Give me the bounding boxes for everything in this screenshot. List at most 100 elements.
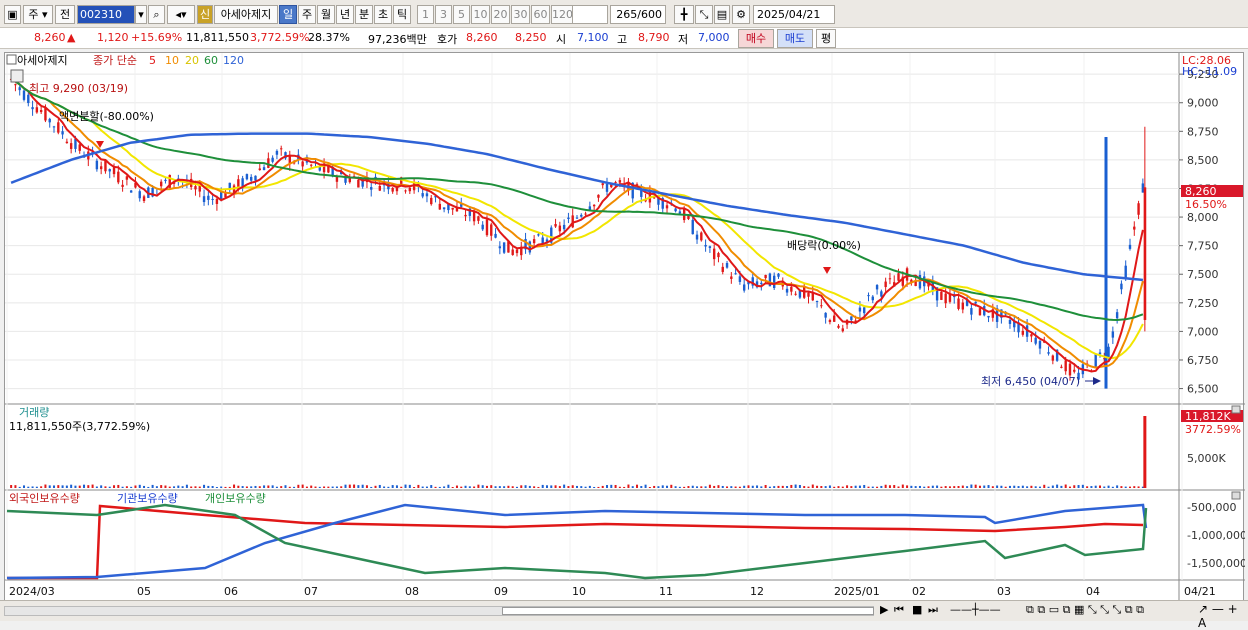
window-menu-icon[interactable]: ▣ (4, 5, 21, 24)
eval-button[interactable]: 평 (816, 29, 836, 48)
candle-body (558, 225, 562, 232)
candle-body (970, 308, 973, 315)
volume-bar (387, 486, 390, 488)
date-field[interactable]: 2025/04/21 (753, 5, 835, 24)
tab-0[interactable]: 일 (279, 5, 297, 24)
scrollbar-thumb[interactable] (502, 607, 874, 615)
interval-20[interactable]: 20 (491, 5, 510, 24)
candle-body (1021, 330, 1025, 335)
x-label: 07 (304, 585, 318, 598)
high-annotation: 최고 9,290 (03/19) (29, 82, 128, 95)
volume-bar (640, 486, 643, 488)
volume-bar (1021, 485, 1024, 488)
scrollbar-track[interactable] (4, 606, 874, 616)
speaker-icon[interactable]: ◂▾ (167, 5, 195, 24)
period-label: 주 (28, 8, 39, 21)
candle-body (1051, 355, 1055, 361)
volume-bar (190, 486, 193, 488)
interval-30[interactable]: 30 (511, 5, 530, 24)
volume-bar (841, 486, 844, 488)
candle-body (515, 249, 519, 254)
interval-input[interactable] (572, 5, 608, 24)
stop-icon[interactable]: ■ (912, 603, 922, 616)
candle-type-icon[interactable]: ╋ (674, 5, 694, 24)
candle-body (52, 126, 56, 128)
moving-averages (10, 78, 1144, 373)
volume-bar (657, 486, 660, 488)
volume-bar (558, 486, 561, 488)
search-icon[interactable]: ⌕ (148, 5, 165, 24)
candle-body (794, 293, 797, 295)
volume-bar (14, 485, 17, 488)
interval-5[interactable]: 5 (453, 5, 470, 24)
gear-icon[interactable]: ⚙ (732, 5, 750, 24)
tab-2[interactable]: 월 (317, 5, 335, 24)
volume-bar (1004, 486, 1007, 488)
zoom-controls-icon[interactable]: ↗ — + A (1198, 602, 1248, 630)
tab-3[interactable]: 년 (336, 5, 354, 24)
period-select[interactable]: 주 ▾ (23, 5, 53, 24)
stock-name[interactable]: 아세아제지 (214, 5, 278, 24)
volume-bar (1124, 486, 1127, 488)
volume-bar (125, 486, 128, 488)
interval-120[interactable]: 120 (551, 5, 574, 24)
candle-body (78, 144, 81, 151)
volume-bar (653, 485, 656, 488)
high-label: 고 (617, 33, 628, 46)
chart-panel[interactable]: 9,2509,0008,7508,5008,2508,0007,7507,500… (4, 52, 1247, 603)
volume-bar (340, 486, 343, 488)
x-label: 2024/03 (9, 585, 55, 598)
volume-bar (824, 486, 827, 488)
tab-6[interactable]: 틱 (393, 5, 411, 24)
buy-button[interactable]: 매수 (738, 29, 774, 48)
interval-1[interactable]: 1 (417, 5, 434, 24)
interval-10[interactable]: 10 (471, 5, 490, 24)
save-icon[interactable]: ▤ (714, 5, 730, 24)
volume-bar (1094, 485, 1097, 488)
volume-bar (1107, 485, 1110, 488)
interval-3[interactable]: 3 (435, 5, 452, 24)
candle-body (254, 175, 257, 181)
volume-bar (417, 484, 420, 488)
volume-bar (224, 486, 227, 488)
candle-body (605, 184, 609, 192)
volume-bar (53, 485, 56, 488)
period2-select[interactable]: 전 (55, 5, 75, 24)
holders-pane-close-icon[interactable] (1231, 491, 1241, 500)
volume-bar (790, 484, 793, 488)
forward-icon[interactable]: ⏭ (928, 603, 938, 617)
candle-body (764, 274, 767, 279)
volume-bar (601, 485, 604, 488)
drawing-tool-icon[interactable]: ⤡ (695, 5, 713, 24)
volume-bar (344, 484, 347, 488)
volume-bar (828, 485, 831, 488)
volume-tick: 5,000K (1187, 452, 1226, 465)
tab-1[interactable]: 주 (298, 5, 316, 24)
candle-body (760, 282, 763, 285)
scroll-right-icon[interactable]: ▶ (880, 603, 888, 616)
layout-icons[interactable]: ⧉ ⧉ ▭ ⧉ ▦ ⤡ ⤡ ⤡ ⧉ ⧉ (1026, 603, 1144, 617)
tab-4[interactable]: 분 (355, 5, 373, 24)
stock-chart[interactable]: 9,2509,0008,7508,5008,2508,0007,7507,500… (5, 53, 1247, 603)
stock-code-input[interactable]: 002310 (77, 5, 135, 24)
volume-pane-close-icon[interactable] (1231, 405, 1241, 414)
zoom-slider-icon[interactable]: ——┼—— (950, 603, 1001, 616)
y-tick-label: 8,750 (1187, 125, 1219, 138)
code-dropdown-icon[interactable]: ▾ (135, 5, 147, 24)
candle-body (828, 320, 832, 323)
volume-bar (704, 486, 707, 488)
sell-button[interactable]: 매도 (777, 29, 813, 48)
volume-bar (95, 486, 98, 488)
candle-body (95, 160, 99, 170)
count-field[interactable]: 265/600 (610, 5, 666, 24)
interval-60[interactable]: 60 (531, 5, 550, 24)
high-price: 8,790 (638, 31, 670, 44)
candle-body (357, 179, 360, 188)
volume-bar (871, 486, 874, 488)
volume-bar (477, 484, 480, 488)
rewind-icon[interactable]: ⏮ (894, 603, 904, 617)
volume-bars (10, 416, 1147, 488)
tab-5[interactable]: 초 (374, 5, 392, 24)
table-icon[interactable] (10, 69, 24, 83)
volume-bar (606, 485, 609, 488)
